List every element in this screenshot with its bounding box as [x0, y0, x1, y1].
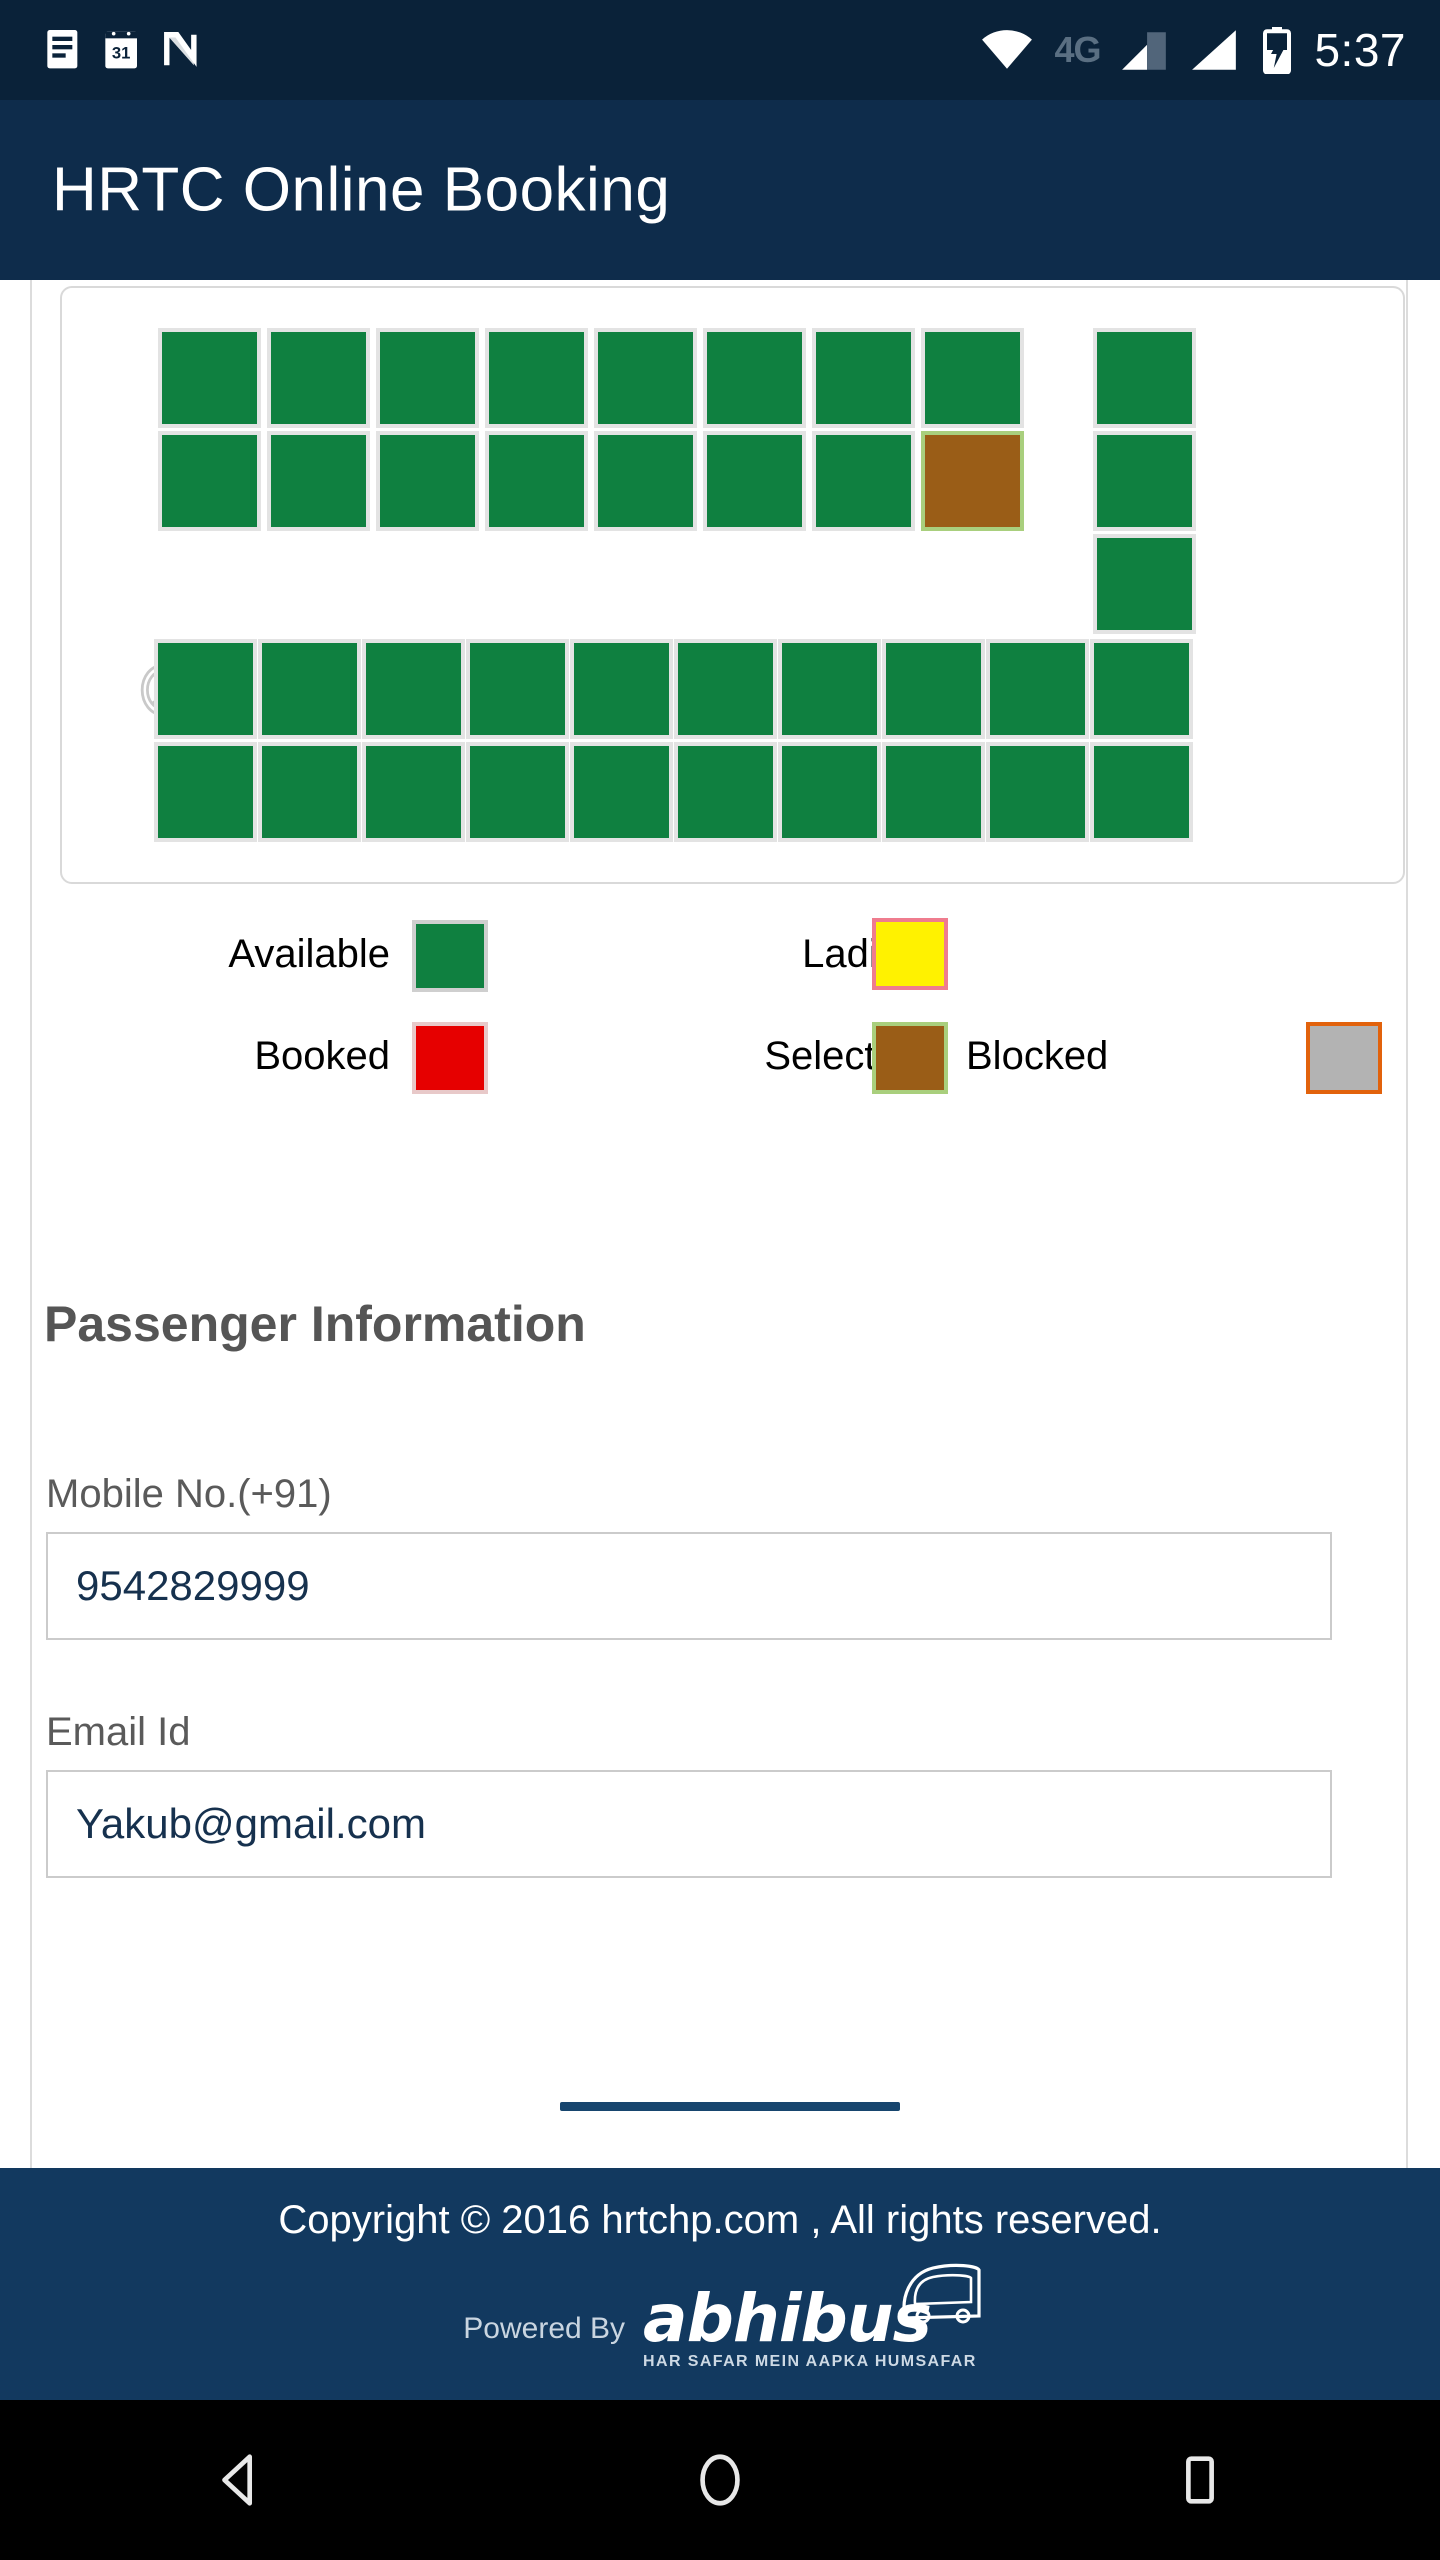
seat-available[interactable]: [778, 639, 881, 739]
nav-home-button[interactable]: [640, 2400, 800, 2560]
calendar-31-icon: 31: [105, 31, 137, 69]
mobile-number-label: Mobile No.(+91): [46, 1472, 332, 1516]
seat-available[interactable]: [882, 639, 985, 739]
seat-available[interactable]: [267, 328, 370, 428]
seat-available[interactable]: [986, 639, 1089, 739]
legend-label-ladies: Ladies: [802, 932, 920, 976]
seat-available[interactable]: [154, 742, 257, 842]
app-bar: HRTC Online Booking: [0, 100, 1440, 280]
scroll-indicator[interactable]: [560, 2102, 900, 2111]
email-value: Yakub@gmail.com: [76, 1800, 426, 1847]
nova-launcher-icon: [164, 32, 197, 67]
seat-available[interactable]: [594, 328, 697, 428]
android-navigation-bar: [0, 2400, 1440, 2560]
mobile-number-value: 9542829999: [76, 1562, 310, 1609]
seat-available[interactable]: [1093, 431, 1196, 531]
seat-available[interactable]: [1093, 328, 1196, 428]
seat-available[interactable]: [921, 328, 1024, 428]
seat-available[interactable]: [703, 431, 806, 531]
seat-available[interactable]: [376, 431, 479, 531]
seat-available[interactable]: [362, 639, 465, 739]
content-right-border: [1406, 280, 1408, 2168]
seat-available[interactable]: [154, 639, 257, 739]
footer: Copyright © 2016 hrtchp.com , All rights…: [0, 2168, 1440, 2400]
wifi-icon: [982, 30, 1033, 69]
bus-icon: [902, 2263, 981, 2324]
seat-available[interactable]: [158, 431, 261, 531]
seat-available[interactable]: [267, 431, 370, 531]
seat-available[interactable]: [466, 742, 569, 842]
legend-swatch-selected: [872, 1022, 948, 1094]
legend-label-available: Available: [228, 932, 390, 976]
legend-swatch-ladies: [872, 918, 948, 990]
seat-selected[interactable]: [921, 431, 1024, 531]
legend-label-selected: Selected: [764, 1034, 920, 1078]
webview-content: Available Ladies Booked Selected Blocked…: [0, 280, 1440, 2168]
seat-available[interactable]: [674, 639, 777, 739]
seat-available[interactable]: [778, 742, 881, 842]
seat-available[interactable]: [703, 328, 806, 428]
home-circle-icon: [700, 2454, 740, 2506]
seat-available[interactable]: [812, 328, 915, 428]
page-title: HRTC Online Booking: [52, 155, 671, 225]
legend-swatch-blocked: [1306, 1022, 1382, 1094]
powered-by-label: Powered By: [463, 2312, 626, 2346]
seat-available[interactable]: [376, 328, 479, 428]
seat-available[interactable]: [1090, 742, 1193, 842]
seat-available[interactable]: [570, 639, 673, 739]
seat-available[interactable]: [466, 639, 569, 739]
seat-available[interactable]: [986, 742, 1089, 842]
nav-recents-button[interactable]: [1120, 2400, 1280, 2560]
content-left-border: [30, 280, 32, 2168]
seat-available[interactable]: [570, 742, 673, 842]
legend-label-blocked: Blocked: [966, 1034, 1109, 1078]
seat-available[interactable]: [485, 431, 588, 531]
abhibus-tagline: HAR SAFAR MEIN AAPKA HUMSAFAR: [643, 2352, 977, 2370]
signal-1-icon: [1122, 32, 1167, 70]
seat-available[interactable]: [1090, 639, 1193, 739]
email-input[interactable]: Yakub@gmail.com: [46, 1770, 1332, 1878]
status-bar-notification-icons: 31: [0, 28, 204, 72]
network-type-label: 4G: [1054, 29, 1101, 70]
screen-root: 31 4G 5:37 HRTC Online Booking Available…: [0, 0, 1440, 2560]
passenger-information-heading: Passenger Information: [44, 1296, 586, 1352]
copyright-text: Copyright © 2016 hrtchp.com , All rights…: [278, 2198, 1162, 2242]
seat-available[interactable]: [594, 431, 697, 531]
status-bar-system-icons: 4G 5:37: [980, 23, 1440, 77]
seat-available[interactable]: [258, 639, 361, 739]
battery-charging-icon: [1263, 27, 1292, 74]
signal-2-icon: [1192, 30, 1237, 70]
mobile-number-input[interactable]: 9542829999: [46, 1532, 1332, 1640]
seat-available[interactable]: [882, 742, 985, 842]
svg-text:31: 31: [112, 43, 131, 62]
powered-by-block: Powered By abhibus HAR SAFAR MEIN AAPKA …: [0, 2263, 1440, 2371]
abhibus-logo: abhibus HAR SAFAR MEIN AAPKA HUMSAFAR: [643, 2263, 981, 2371]
seat-available[interactable]: [812, 431, 915, 531]
seat-available[interactable]: [362, 742, 465, 842]
seat-available[interactable]: [674, 742, 777, 842]
legend-label-booked: Booked: [254, 1034, 390, 1078]
email-label: Email Id: [46, 1710, 191, 1754]
seat-available[interactable]: [158, 328, 261, 428]
status-bar: 31 4G 5:37: [0, 0, 1440, 100]
seat-map-panel: [60, 286, 1405, 884]
seat-available[interactable]: [258, 742, 361, 842]
seat-available[interactable]: [485, 328, 588, 428]
seat-available[interactable]: [1093, 534, 1196, 634]
seat-legend: Available Ladies Booked Selected Blocked: [0, 910, 1440, 1130]
news-icon: [47, 30, 78, 69]
back-triangle-icon: [222, 2454, 253, 2506]
recents-square-icon: [1186, 2456, 1214, 2504]
status-bar-clock: 5:37: [1314, 24, 1406, 76]
nav-back-button[interactable]: [160, 2400, 320, 2560]
